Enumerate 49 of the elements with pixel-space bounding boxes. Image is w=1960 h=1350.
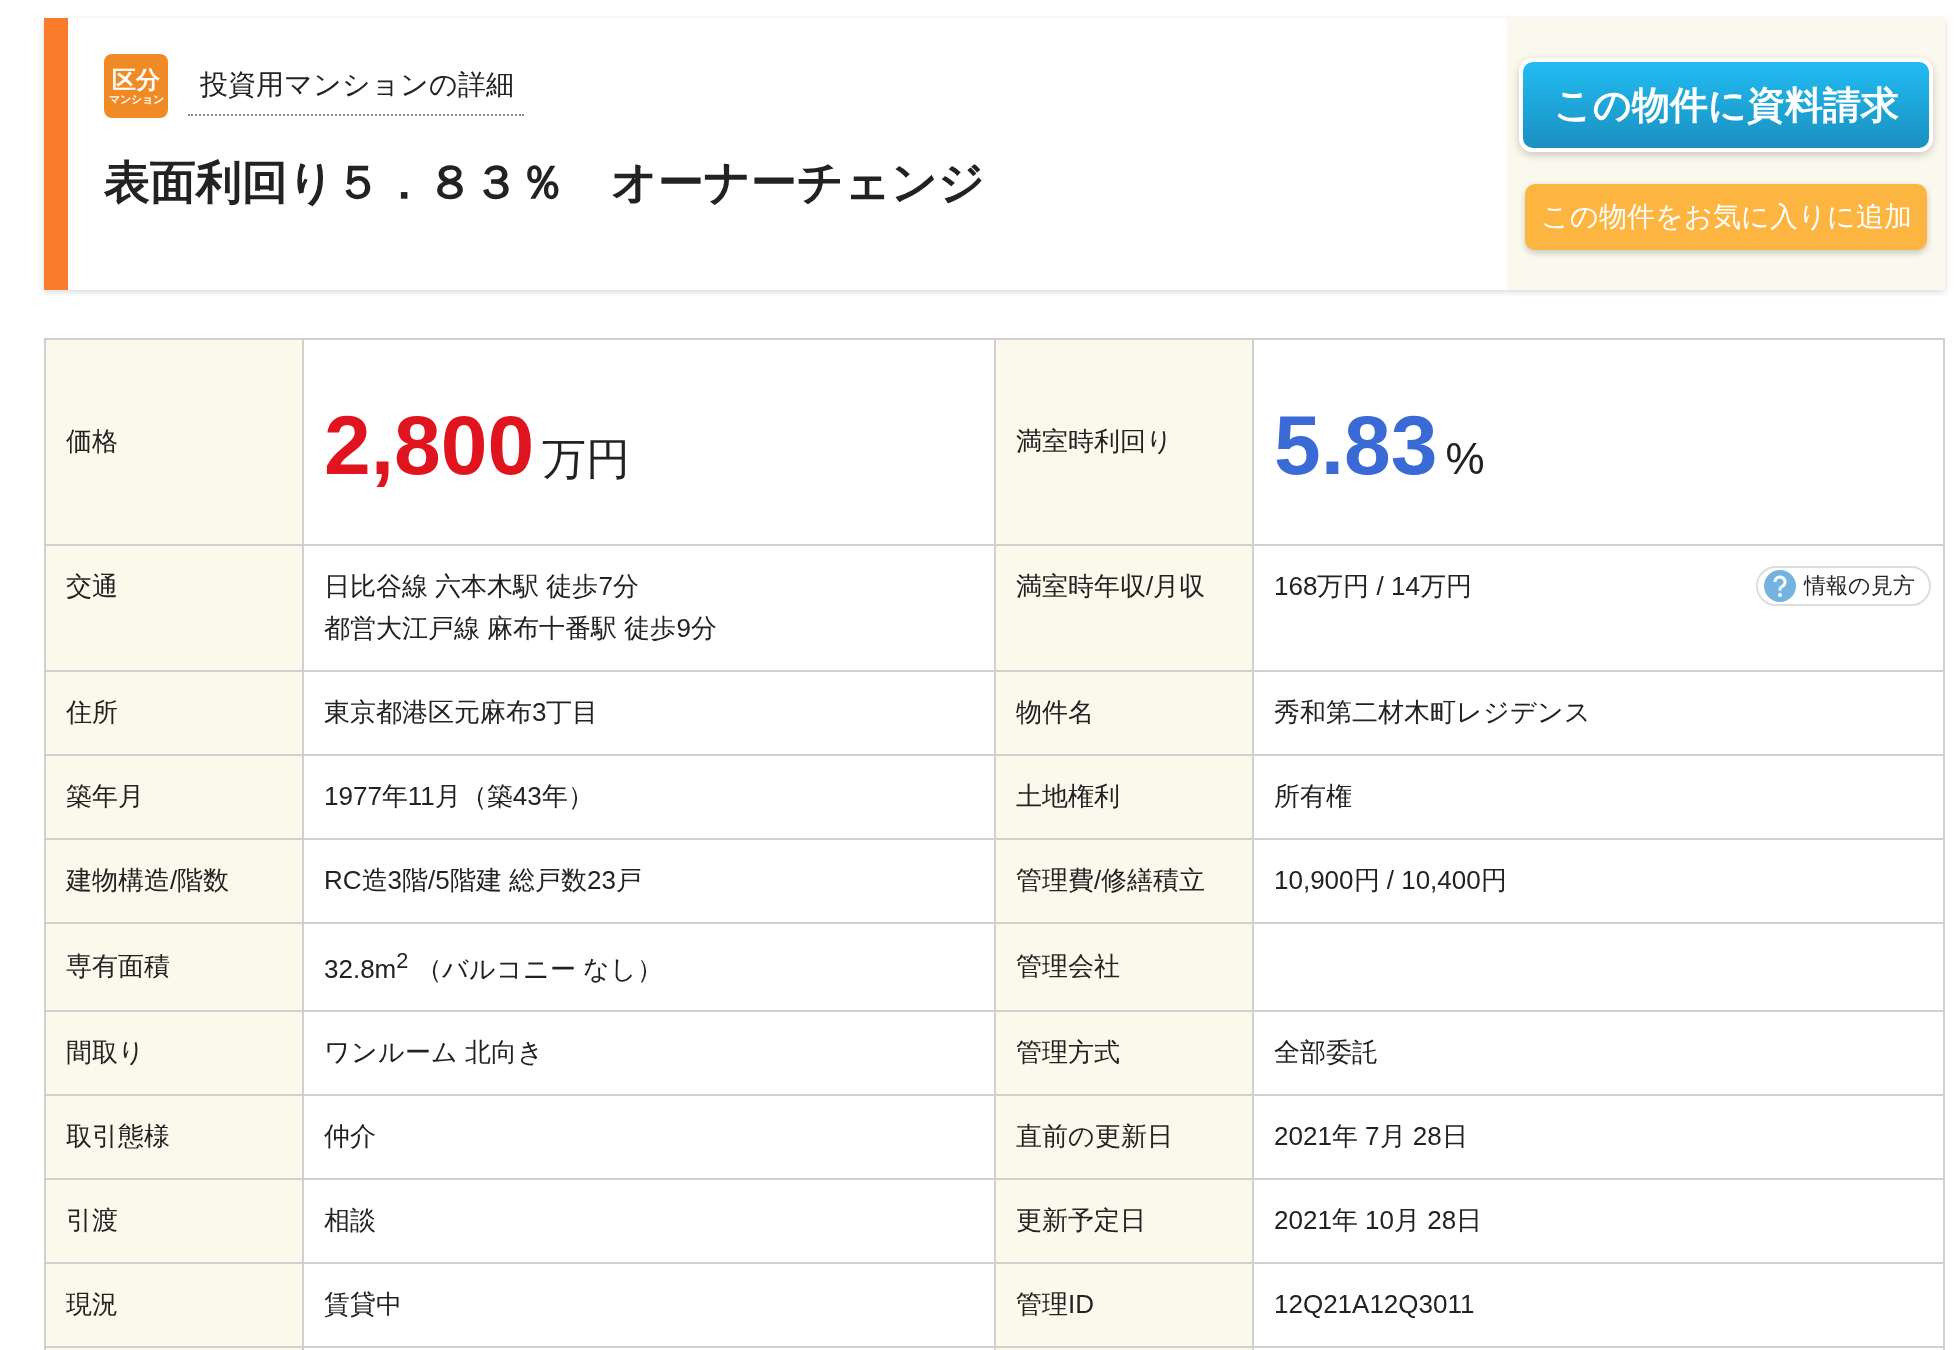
category-badge: 区分 マンション bbox=[104, 54, 168, 118]
field-value: 10,900円 / 10,400円 bbox=[1274, 865, 1507, 896]
field-value: 168万円 / 14万円 bbox=[1274, 570, 1472, 603]
field-label: 満室時年収/月収 bbox=[995, 545, 1253, 671]
field-label: 間取り bbox=[45, 1011, 303, 1096]
field-value: 2021年 10月 28日 bbox=[1274, 1205, 1483, 1236]
field-value: 全部委託 bbox=[1274, 1037, 1378, 1068]
field-value: 32.8m$^{2}$ （バルコニー なし） bbox=[324, 953, 663, 984]
field-label: 管理会社 bbox=[995, 923, 1253, 1012]
unit-label: 万円 bbox=[542, 434, 631, 484]
field-value: ワンルーム 北向き bbox=[324, 1037, 545, 1068]
field-value: 所有権 bbox=[1274, 781, 1352, 812]
field-label: 価格 bbox=[45, 339, 303, 545]
field-label: 取引態様 bbox=[45, 1095, 303, 1180]
field-label: 築年月 bbox=[45, 755, 303, 839]
field-value: 2021年 7月 28日 bbox=[1274, 1121, 1468, 1152]
field-value: 相談 bbox=[324, 1205, 376, 1236]
field-label: 更新予定日 bbox=[995, 1179, 1253, 1264]
unit-label: % bbox=[1445, 434, 1485, 484]
access-line: 都営大江戸線 麻布十番駅 徒歩9分 bbox=[324, 611, 718, 645]
field-label: 土地権利 bbox=[995, 755, 1253, 839]
field-label: 管理方式 bbox=[995, 1011, 1253, 1096]
add-favorite-button[interactable]: この物件をお気に入りに追加 bbox=[1525, 184, 1927, 250]
access-line: 日比谷線 六本木駅 徒歩7分 bbox=[324, 570, 640, 603]
request-info-button[interactable]: この物件に資料請求 bbox=[1519, 58, 1933, 152]
field-value: 仲介 bbox=[324, 1121, 376, 1152]
field-label: 管理ID bbox=[995, 1263, 1253, 1348]
field-label: 現況 bbox=[45, 1263, 303, 1348]
field-label: 物件名 bbox=[995, 671, 1253, 755]
field-label: 直前の更新日 bbox=[995, 1095, 1253, 1180]
category-heading: 投資用マンションの詳細 bbox=[188, 58, 524, 116]
yield-value: 5.83 bbox=[1274, 398, 1438, 493]
field-label: 管理費/修繕積立 bbox=[995, 839, 1253, 923]
field-value: 1977年11月（築43年） bbox=[324, 781, 594, 812]
field-label: 引渡 bbox=[45, 1179, 303, 1264]
field-value: 秀和第二材木町レジデンス bbox=[1274, 697, 1591, 728]
question-icon bbox=[1764, 570, 1796, 602]
field-value: RC造3階/5階建 総戸数23戸 bbox=[324, 865, 642, 896]
price-value: 2,800 bbox=[324, 398, 535, 493]
property-title: 表面利回り５．８３％ オーナーチェンジ bbox=[104, 155, 986, 210]
field-label: 専有面積 bbox=[45, 923, 303, 1012]
help-button[interactable]: 情報の見方 bbox=[1756, 566, 1931, 606]
field-label: 交通 bbox=[45, 545, 303, 671]
field-label: 建物構造/階数 bbox=[45, 839, 303, 923]
field-label: 満室時利回り bbox=[995, 339, 1253, 545]
field-value: 12Q21A12Q3011 bbox=[1274, 1289, 1475, 1320]
field-label: 住所 bbox=[45, 671, 303, 755]
field-value: 賃貸中 bbox=[324, 1289, 402, 1320]
field-value: 東京都港区元麻布3丁目 bbox=[324, 697, 599, 728]
